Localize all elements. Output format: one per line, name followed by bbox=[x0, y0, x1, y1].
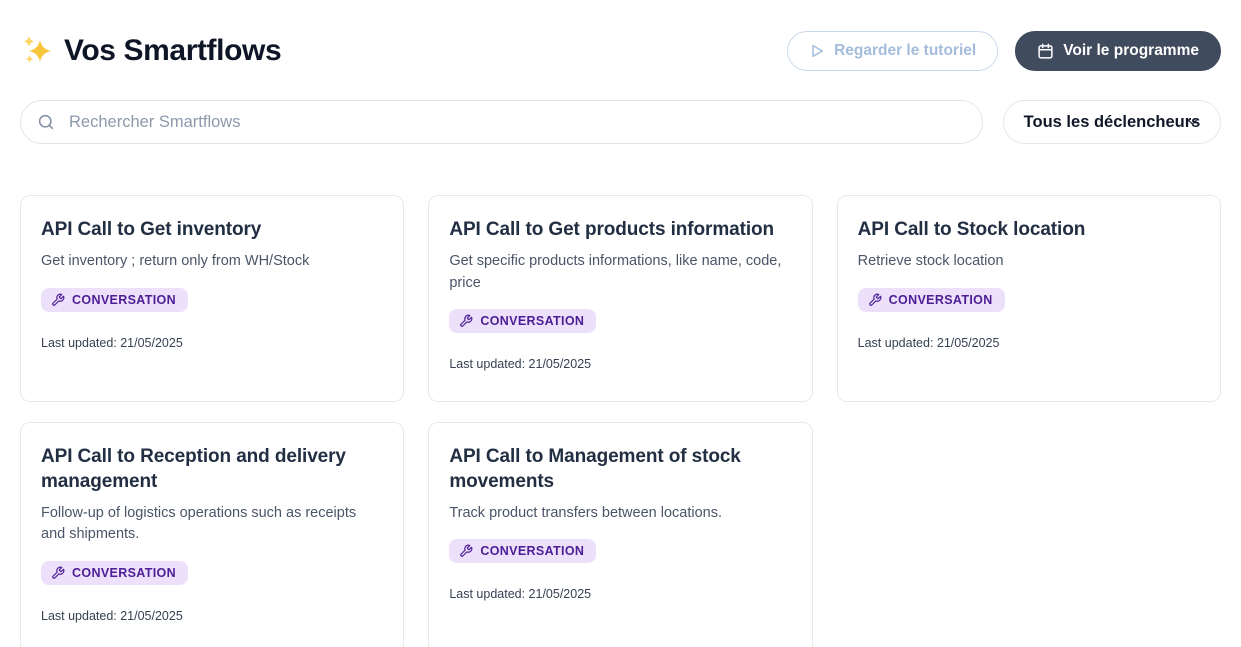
card-description: Retrieve stock location bbox=[858, 251, 1200, 272]
trigger-filter-label: Tous les déclencheurs bbox=[1024, 113, 1201, 132]
smartflow-card[interactable]: API Call to Management of stock movement… bbox=[428, 422, 812, 647]
card-description: Track product transfers between location… bbox=[449, 503, 791, 524]
trigger-badge-label: CONVERSATION bbox=[480, 544, 584, 558]
trigger-badge-label: CONVERSATION bbox=[72, 293, 176, 307]
smartflow-card[interactable]: API Call to Stock location Retrieve stoc… bbox=[837, 195, 1221, 402]
trigger-badge-label: CONVERSATION bbox=[889, 293, 993, 307]
watch-tutorial-label: Regarder le tutoriel bbox=[834, 42, 976, 60]
trigger-badge: CONVERSATION bbox=[449, 309, 596, 333]
search-bar bbox=[20, 100, 983, 144]
card-last-updated: Last updated: 21/05/2025 bbox=[449, 587, 791, 601]
card-description: Follow-up of logistics operations such a… bbox=[41, 503, 383, 546]
title-wrap: Vos Smartflows bbox=[20, 34, 281, 68]
trigger-badge: CONVERSATION bbox=[858, 288, 1005, 312]
card-last-updated: Last updated: 21/05/2025 bbox=[41, 609, 383, 623]
card-title: API Call to Stock location bbox=[858, 218, 1200, 242]
card-last-updated: Last updated: 21/05/2025 bbox=[449, 357, 791, 371]
smartflows-page: Vos Smartflows Regarder le tutoriel Voir… bbox=[0, 0, 1241, 647]
trigger-filter-select[interactable]: Tous les déclencheurs bbox=[1003, 100, 1221, 144]
toolbar: Tous les déclencheurs bbox=[20, 100, 1221, 144]
wrench-icon bbox=[868, 293, 882, 307]
calendar-icon bbox=[1037, 43, 1054, 60]
sparkles-icon bbox=[20, 34, 54, 68]
card-title: API Call to Reception and delivery manag… bbox=[41, 445, 383, 494]
trigger-badge: CONVERSATION bbox=[41, 561, 188, 585]
wrench-icon bbox=[51, 566, 65, 580]
card-last-updated: Last updated: 21/05/2025 bbox=[41, 336, 383, 350]
wrench-icon bbox=[459, 314, 473, 328]
search-input[interactable] bbox=[21, 101, 982, 143]
trigger-badge: CONVERSATION bbox=[449, 539, 596, 563]
smartflow-card[interactable]: API Call to Get products information Get… bbox=[428, 195, 812, 402]
smartflow-card[interactable]: API Call to Get inventory Get inventory … bbox=[20, 195, 404, 402]
view-program-label: Voir le programme bbox=[1063, 42, 1199, 60]
trigger-badge: CONVERSATION bbox=[41, 288, 188, 312]
smartflow-grid: API Call to Get inventory Get inventory … bbox=[20, 195, 1221, 647]
wrench-icon bbox=[51, 293, 65, 307]
trigger-badge-label: CONVERSATION bbox=[480, 314, 584, 328]
play-icon bbox=[809, 43, 825, 59]
card-title: API Call to Get products information bbox=[449, 218, 791, 242]
card-description: Get specific products informations, like… bbox=[449, 251, 791, 294]
smartflow-card[interactable]: API Call to Reception and delivery manag… bbox=[20, 422, 404, 647]
view-program-button[interactable]: Voir le programme bbox=[1015, 31, 1221, 71]
search-icon bbox=[37, 113, 55, 131]
page-title: Vos Smartflows bbox=[64, 34, 281, 68]
wrench-icon bbox=[459, 544, 473, 558]
card-description: Get inventory ; return only from WH/Stoc… bbox=[41, 251, 383, 272]
card-title: API Call to Get inventory bbox=[41, 218, 383, 242]
card-last-updated: Last updated: 21/05/2025 bbox=[858, 336, 1200, 350]
trigger-badge-label: CONVERSATION bbox=[72, 566, 176, 580]
watch-tutorial-button[interactable]: Regarder le tutoriel bbox=[787, 31, 998, 71]
card-title: API Call to Management of stock movement… bbox=[449, 445, 791, 494]
header-actions: Regarder le tutoriel Voir le programme bbox=[787, 31, 1221, 71]
header: Vos Smartflows Regarder le tutoriel Voir… bbox=[20, 30, 1221, 72]
